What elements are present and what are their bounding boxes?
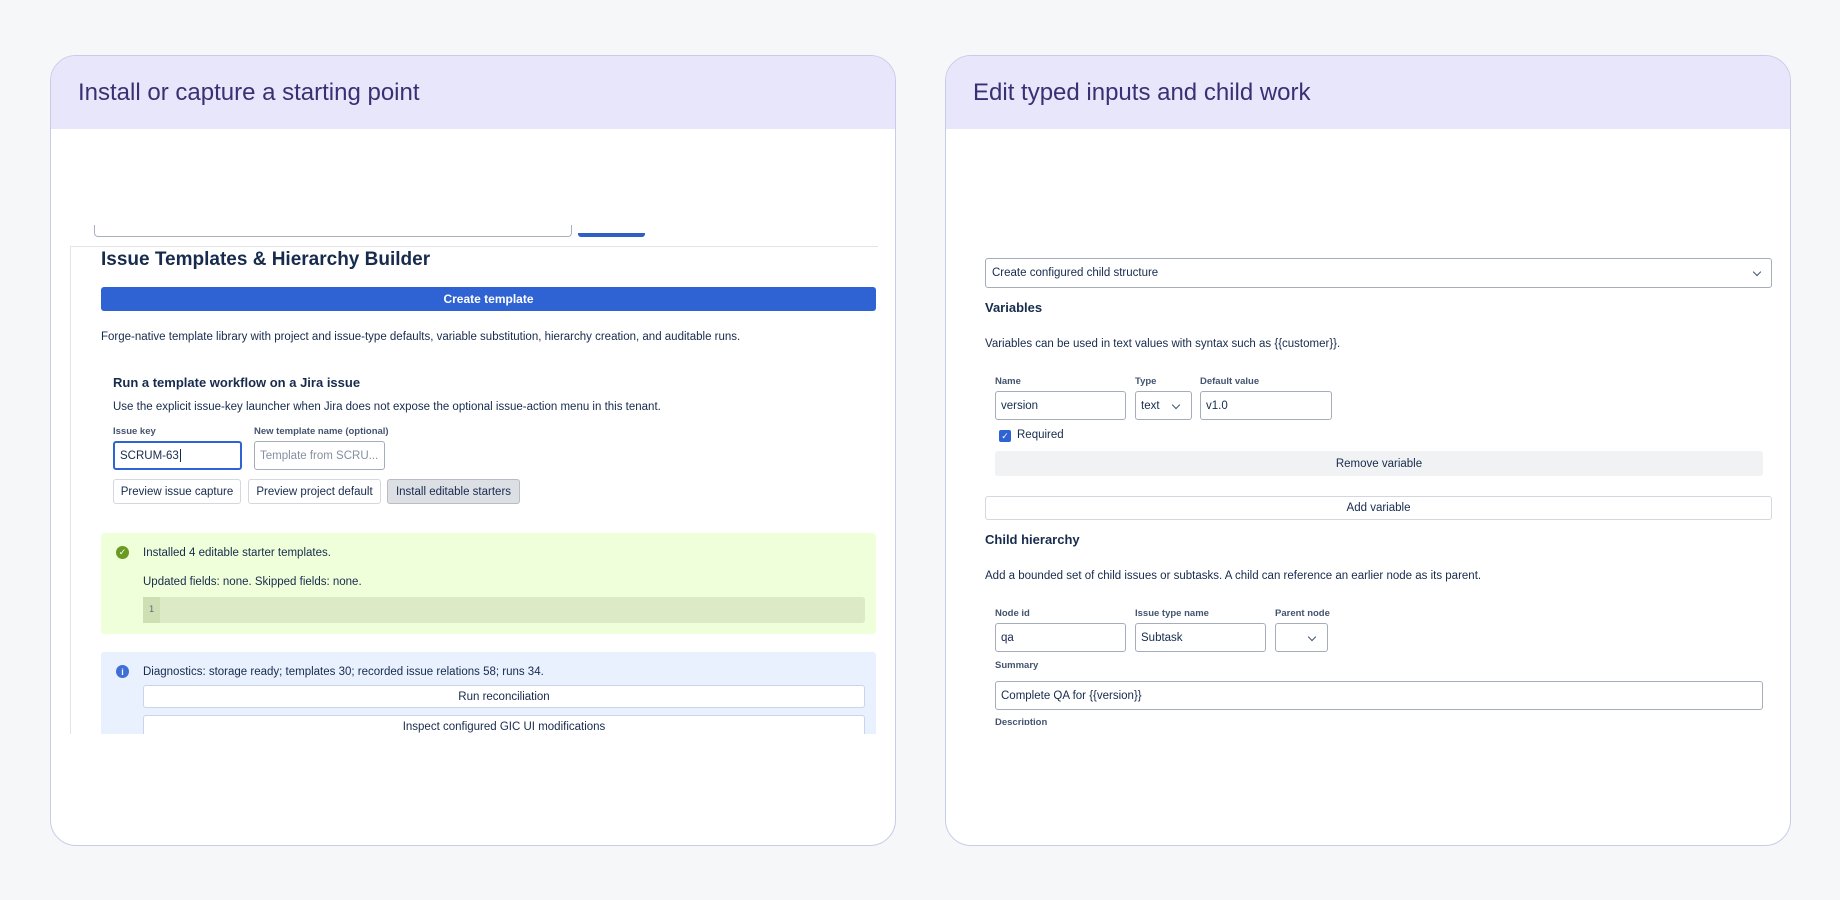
preview-issue-capture-button[interactable]: Preview issue capture	[113, 479, 241, 504]
diagnostics-message: i Diagnostics: storage ready; templates …	[101, 652, 876, 734]
success-detail: Updated fields: none. Skipped fields: no…	[143, 576, 362, 588]
check-circle-icon: ✓	[116, 546, 129, 559]
issue-key-input[interactable]: SCRUM-63	[113, 441, 242, 470]
remove-variable-button[interactable]: Remove variable	[995, 451, 1763, 476]
left-card-header: Install or capture a starting point	[51, 56, 895, 129]
right-card-header: Edit typed inputs and child work	[946, 56, 1790, 129]
action-select-value: Create configured child structure	[992, 267, 1159, 279]
diagnostics-text: Diagnostics: storage ready; templates 30…	[143, 666, 544, 678]
summary-label: Summary	[995, 660, 1039, 671]
right-card: Edit typed inputs and child work Create …	[945, 55, 1791, 846]
run-reconciliation-button[interactable]: Run reconciliation	[143, 685, 865, 708]
top-search-button[interactable]	[578, 233, 645, 237]
node-id-label: Node id	[995, 608, 1030, 619]
info-icon: i	[116, 665, 129, 678]
workflow-title: Run a template workflow on a Jira issue	[113, 375, 361, 390]
child-hierarchy-description: Add a bounded set of child issues or sub…	[985, 570, 1482, 582]
variable-default-input[interactable]: v1.0	[1200, 391, 1332, 420]
text-caret	[179, 449, 181, 462]
app-screenshot-viewport: Issue Templates & Hierarchy Builder Crea…	[70, 129, 878, 734]
variable-name-input[interactable]: version	[995, 391, 1126, 420]
left-card-title: Install or capture a starting point	[78, 78, 420, 106]
summary-input[interactable]: Complete QA for {{version}}	[995, 681, 1763, 710]
variable-type-value: text	[1141, 399, 1160, 412]
required-checkbox[interactable]: ✓	[999, 430, 1011, 442]
create-template-button[interactable]: Create template	[101, 287, 876, 311]
variable-default-label: Default value	[1200, 376, 1260, 387]
chevron-down-icon	[1752, 267, 1762, 277]
success-message: ✓ Installed 4 editable starter templates…	[101, 533, 876, 634]
template-name-label: New template name (optional)	[254, 426, 389, 437]
variable-type-select[interactable]: text	[1135, 391, 1192, 420]
issue-type-label: Issue type name	[1135, 608, 1209, 619]
add-variable-button[interactable]: Add variable	[985, 496, 1772, 520]
issue-key-value: SCRUM-63	[120, 449, 179, 462]
issue-key-label: Issue key	[113, 426, 156, 437]
chevron-down-icon	[1171, 400, 1181, 410]
chevron-down-icon	[1307, 632, 1317, 642]
variable-name-label: Name	[995, 376, 1021, 387]
divider	[70, 246, 71, 734]
variables-heading: Variables	[985, 300, 1043, 315]
page-title: Issue Templates & Hierarchy Builder	[101, 249, 431, 270]
install-editable-starters-button[interactable]: Install editable starters	[387, 479, 520, 504]
preview-project-default-button[interactable]: Preview project default	[248, 479, 381, 504]
workflow-description: Use the explicit issue-key launcher when…	[113, 401, 661, 413]
node-id-input[interactable]: qa	[995, 623, 1126, 652]
parent-node-select[interactable]	[1275, 623, 1328, 652]
editor-viewport: Create configured child structure Variab…	[946, 129, 1790, 725]
line-number: 1	[143, 597, 160, 623]
action-select[interactable]: Create configured child structure	[985, 258, 1772, 288]
issue-type-input[interactable]: Subtask	[1135, 623, 1266, 652]
right-card-title: Edit typed inputs and child work	[973, 78, 1311, 106]
variable-type-label: Type	[1135, 376, 1157, 387]
required-label: Required	[1017, 429, 1064, 441]
left-card: Install or capture a starting point Issu…	[50, 55, 896, 846]
inspect-gic-button[interactable]: Inspect configured GIC UI modifications	[143, 715, 865, 734]
variables-description: Variables can be used in text values wit…	[985, 338, 1341, 350]
divider	[70, 246, 878, 247]
code-block: 1	[143, 597, 865, 623]
app-description: Forge-native template library with proje…	[101, 331, 741, 343]
template-name-input[interactable]: Template from SCRU...	[254, 441, 385, 470]
success-text: Installed 4 editable starter templates.	[143, 547, 331, 559]
child-hierarchy-heading: Child hierarchy	[985, 532, 1080, 547]
top-search-input[interactable]	[94, 225, 572, 237]
parent-node-label: Parent node	[1275, 608, 1330, 619]
description-label: Description	[995, 717, 1048, 725]
